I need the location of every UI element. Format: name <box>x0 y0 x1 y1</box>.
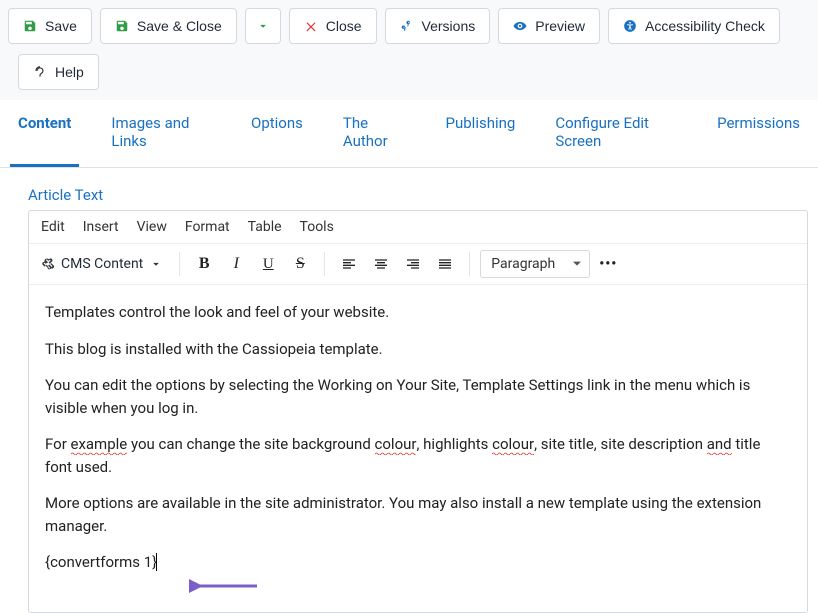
tab-publishing[interactable]: Publishing <box>438 100 524 167</box>
strikethrough-button[interactable]: S <box>286 250 314 278</box>
accessibility-check-button[interactable]: Accessibility Check <box>608 8 780 44</box>
paragraph: Templates control the look and feel of y… <box>45 301 791 324</box>
tab-configure[interactable]: Configure Edit Screen <box>547 100 685 167</box>
close-label: Close <box>326 18 362 34</box>
toolbar-divider <box>179 252 180 276</box>
menu-table[interactable]: Table <box>248 219 282 235</box>
text-cursor <box>156 553 157 571</box>
cms-content-label: CMS Content <box>61 256 143 272</box>
menu-tools[interactable]: Tools <box>300 219 334 235</box>
action-toolbar: Save Save & Close Close Versions Preview <box>0 0 818 54</box>
save-close-label: Save & Close <box>137 18 222 34</box>
action-toolbar-row2: Help <box>0 54 818 100</box>
save-dropdown-button[interactable] <box>245 8 281 44</box>
versions-button[interactable]: Versions <box>385 8 491 44</box>
toolbar-divider <box>324 252 325 276</box>
tab-content[interactable]: Content <box>10 100 79 167</box>
question-icon <box>33 65 47 79</box>
block-format-value: Paragraph <box>491 256 555 272</box>
spellcheck-word: example <box>71 435 128 453</box>
bold-button[interactable]: B <box>190 250 218 278</box>
spellcheck-word: colour <box>375 435 417 453</box>
align-justify-button[interactable] <box>431 250 459 278</box>
tab-images-links[interactable]: Images and Links <box>103 100 219 167</box>
preview-label: Preview <box>535 18 585 34</box>
save-icon <box>23 19 37 33</box>
accessibility-label: Accessibility Check <box>645 18 765 34</box>
align-left-button[interactable] <box>335 250 363 278</box>
save-button[interactable]: Save <box>8 8 92 44</box>
paragraph: {convertforms 1} <box>45 551 791 574</box>
spellcheck-word: and <box>707 435 732 453</box>
block-format-select[interactable]: Paragraph <box>480 250 590 278</box>
close-icon <box>304 19 318 33</box>
paragraph: This blog is installed with the Cassiope… <box>45 338 791 361</box>
paragraph: More options are available in the site a… <box>45 492 791 537</box>
tab-permissions[interactable]: Permissions <box>709 100 808 167</box>
align-center-button[interactable] <box>367 250 395 278</box>
rich-text-editor: Edit Insert View Format Table Tools CMS … <box>28 210 808 613</box>
save-close-button[interactable]: Save & Close <box>100 8 237 44</box>
align-right-button[interactable] <box>399 250 427 278</box>
text: , highlights <box>416 435 492 453</box>
menu-view[interactable]: View <box>137 219 167 235</box>
chevron-down-icon <box>149 257 163 271</box>
joomla-icon <box>41 257 55 271</box>
toolbar-divider <box>469 252 470 276</box>
spellcheck-word: colour <box>492 435 534 453</box>
underline-button[interactable]: U <box>254 250 282 278</box>
branch-icon <box>400 19 414 33</box>
tab-bar: Content Images and Links Options The Aut… <box>0 100 818 168</box>
menu-format[interactable]: Format <box>185 219 230 235</box>
paragraph: You can edit the options by selecting th… <box>45 374 791 419</box>
chevron-down-icon <box>256 19 270 33</box>
tab-author[interactable]: The Author <box>335 100 414 167</box>
versions-label: Versions <box>422 18 476 34</box>
italic-button[interactable]: I <box>222 250 250 278</box>
close-button[interactable]: Close <box>289 8 377 44</box>
eye-icon <box>513 19 527 33</box>
help-label: Help <box>55 64 84 80</box>
save-label: Save <box>45 18 77 34</box>
accessibility-icon <box>623 19 637 33</box>
paragraph: For example you can change the site back… <box>45 433 791 478</box>
shortcode-text: {convertforms 1} <box>45 553 157 571</box>
editor-menubar: Edit Insert View Format Table Tools <box>29 211 807 244</box>
editor-toolbar: CMS Content B I U S <box>29 244 807 285</box>
text: For <box>45 435 71 453</box>
text: , site title, site description <box>534 435 707 453</box>
tab-options[interactable]: Options <box>243 100 311 167</box>
editor-content-area[interactable]: Templates control the look and feel of y… <box>29 285 807 612</box>
more-button[interactable]: ••• <box>594 250 622 278</box>
annotation-arrow-icon <box>189 576 259 596</box>
help-button[interactable]: Help <box>18 54 99 90</box>
content-panel: Article Text Edit Insert View Format Tab… <box>0 168 818 613</box>
menu-insert[interactable]: Insert <box>83 219 119 235</box>
cms-content-dropdown[interactable]: CMS Content <box>37 250 169 278</box>
save-icon <box>115 19 129 33</box>
menu-edit[interactable]: Edit <box>41 219 65 235</box>
preview-button[interactable]: Preview <box>498 8 600 44</box>
text: you can change the site background <box>127 435 374 453</box>
article-text-label: Article Text <box>28 186 808 204</box>
